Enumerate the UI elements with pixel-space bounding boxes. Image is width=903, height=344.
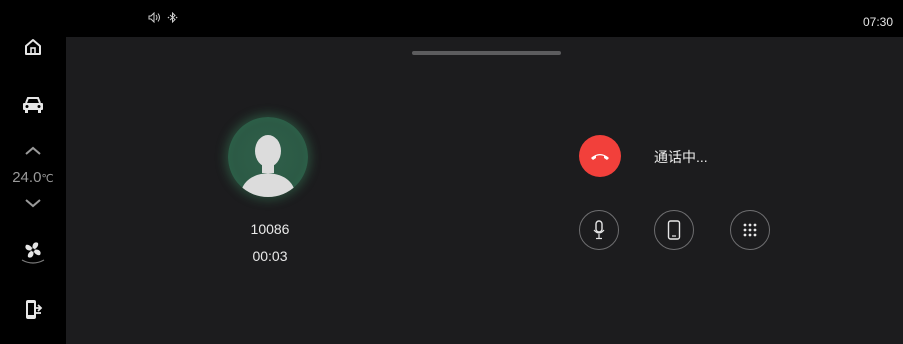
call-panel: 10086 00:03 通话中... <box>66 37 903 344</box>
keypad-button[interactable] <box>730 210 770 250</box>
switch-to-phone-button[interactable] <box>654 210 694 250</box>
person-icon <box>240 135 296 197</box>
home-icon[interactable] <box>0 36 66 58</box>
keypad-icon <box>743 223 757 237</box>
chevron-up-icon[interactable] <box>0 144 66 158</box>
temperature-unit: ℃ <box>41 173 54 185</box>
temperature-value: 24.0 <box>12 169 42 186</box>
volume-icon <box>148 11 161 26</box>
hang-up-icon <box>591 154 609 160</box>
status-bar: 07:30 <box>66 0 903 37</box>
temperature-readout: 24.0℃ <box>0 169 66 186</box>
caller-number: 10086 <box>250 221 290 237</box>
phone-transfer-icon[interactable] <box>0 298 66 322</box>
clock: 07:30 <box>862 15 893 29</box>
bluetooth-icon <box>167 11 178 26</box>
call-status: 通话中... <box>654 149 708 165</box>
drag-handle[interactable] <box>412 51 561 55</box>
mobile-phone-icon <box>667 220 681 240</box>
fan-icon[interactable] <box>0 238 66 266</box>
microphone-button[interactable] <box>579 210 619 250</box>
chevron-down-icon[interactable] <box>0 196 66 210</box>
sidebar: 24.0℃ <box>0 0 66 344</box>
call-duration: 00:03 <box>252 248 288 264</box>
hang-up-button[interactable] <box>579 135 621 177</box>
avatar <box>228 117 308 197</box>
microphone-icon <box>593 220 605 240</box>
car-icon[interactable] <box>0 94 66 116</box>
